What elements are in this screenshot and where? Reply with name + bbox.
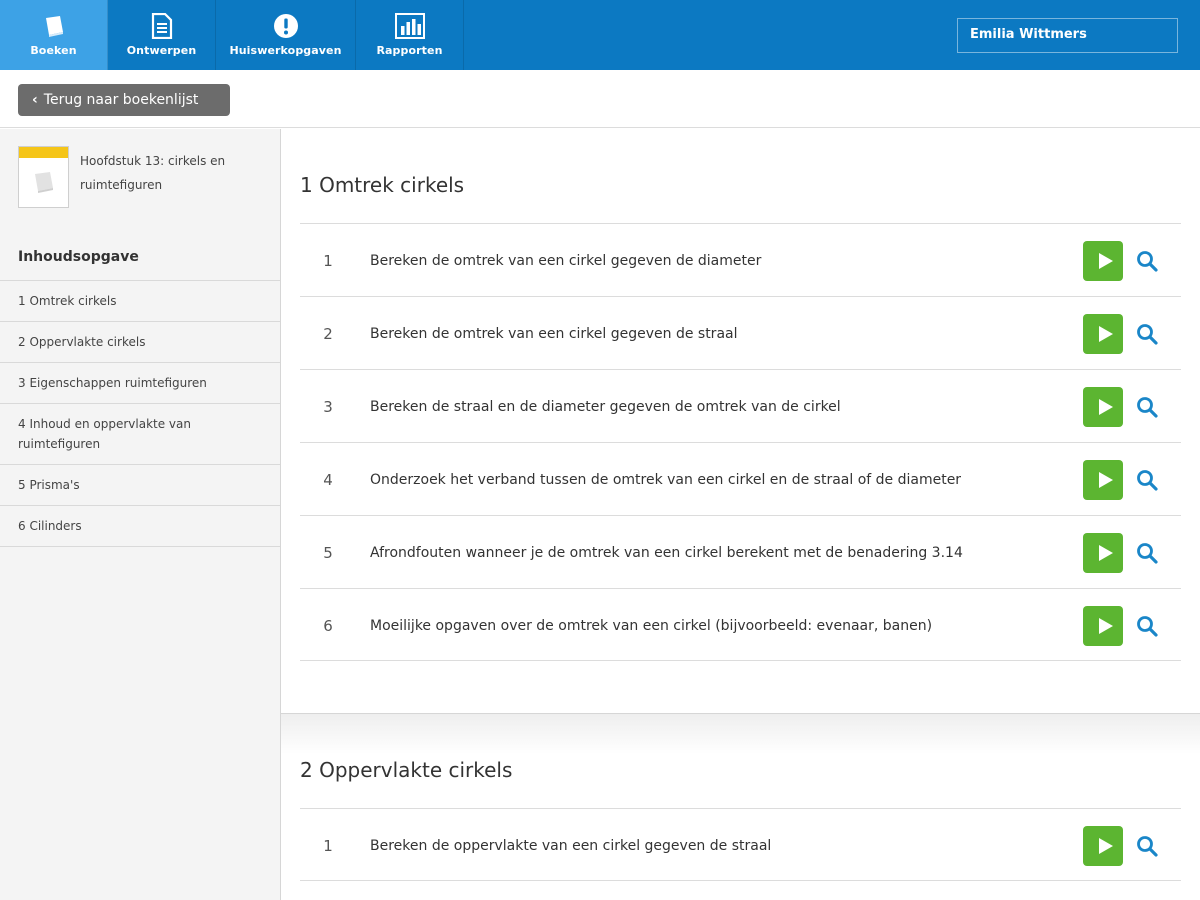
search-icon — [1135, 834, 1159, 858]
play-icon — [1095, 616, 1115, 636]
top-nav-bar: Boeken Ontwerpen Huiswerkopgaven Rapport… — [0, 0, 1200, 70]
main-content: 1 Omtrek cirkels 1 Bereken de omtrek van e… — [281, 129, 1200, 900]
exercise-number: 1 — [323, 836, 333, 855]
play-icon — [1095, 836, 1115, 856]
search-icon — [1135, 541, 1159, 565]
tab-label: Ontwerpen — [126, 44, 197, 57]
exercise-title: Bereken de omtrek van een cirkel gegeven… — [370, 325, 738, 342]
toc-item-omtrek-cirkels[interactable]: 1 Omtrek cirkels — [0, 280, 280, 321]
search-icon — [1135, 614, 1159, 638]
exercise-title: Onderzoek het verband tussen de omtrek v… — [370, 471, 962, 488]
play-icon — [1095, 324, 1115, 344]
exercise-row: 6 Moeilijke opgaven over de omtrek van ee… — [300, 588, 1181, 661]
preview-search-button[interactable] — [1133, 466, 1161, 494]
tab-label: Boeken — [30, 44, 77, 57]
toc-item-eigenschappen-ruimtefiguren[interactable]: 3 Eigenschappen ruimtefiguren — [0, 362, 280, 403]
exercise-number: 4 — [323, 470, 333, 489]
sub-toolbar: ‹ Terug naar boekenlijst — [0, 70, 1200, 128]
exercise-number: 5 — [323, 543, 333, 562]
play-icon — [1095, 251, 1115, 271]
toc-item-prismas[interactable]: 5 Prisma's — [0, 464, 280, 505]
tab-boeken[interactable]: Boeken — [0, 0, 108, 70]
preview-search-button[interactable] — [1133, 612, 1161, 640]
tab-label: Huiswerkopgaven — [229, 44, 342, 57]
exercise-title: Bereken de omtrek van een cirkel gegeven… — [370, 252, 762, 269]
exercise-list: 1 Bereken de omtrek van een cirkel gegeve… — [300, 223, 1181, 661]
play-button[interactable] — [1083, 826, 1123, 866]
play-button[interactable] — [1083, 241, 1123, 281]
preview-search-button[interactable] — [1133, 393, 1161, 421]
tab-rapporten[interactable]: Rapporten — [356, 0, 464, 70]
preview-search-button[interactable] — [1133, 539, 1161, 567]
section-divider — [281, 714, 1200, 754]
back-to-booklist-button[interactable]: ‹ Terug naar boekenlijst — [18, 84, 230, 116]
section-title: 1 Omtrek cirkels — [300, 173, 465, 197]
book-title: Hoofdstuk 13: cirkels en ruimtefiguren — [80, 154, 226, 192]
exercise-number: 3 — [323, 397, 333, 416]
toc-item-inhoud-en-oppervlakte[interactable]: 4 Inhoud en oppervlakte van ruimtefigure… — [0, 403, 280, 464]
exercise-number: 6 — [323, 616, 333, 635]
play-icon — [1095, 397, 1115, 417]
exclamation-icon — [271, 12, 301, 40]
exercise-title: Moeilijke opgaven over de omtrek van een… — [370, 617, 933, 634]
exercise-row: 1 Bereken de oppervlakte van een cirkel g… — [300, 808, 1181, 881]
book-icon — [31, 171, 57, 197]
play-icon — [1095, 470, 1115, 490]
preview-search-button[interactable] — [1133, 832, 1161, 860]
exercise-row: 1 Bereken de omtrek van een cirkel gegeve… — [300, 223, 1181, 296]
book-icon — [39, 12, 69, 40]
exercise-number: 1 — [323, 251, 333, 270]
exercise-title: Bereken de oppervlakte van een cirkel ge… — [370, 837, 772, 854]
search-icon — [1135, 468, 1159, 492]
exercise-title: Bereken de straal en de diameter gegeven… — [370, 398, 841, 415]
toc-list: 1 Omtrek cirkels 2 Oppervlakte cirkels 3… — [0, 280, 280, 547]
bar-chart-icon — [394, 12, 425, 40]
play-button[interactable] — [1083, 314, 1123, 354]
preview-search-button[interactable] — [1133, 247, 1161, 275]
exercise-title: Afrondfouten wanneer je de omtrek van ee… — [370, 544, 963, 561]
exercise-row: 4 Onderzoek het verband tussen de omtrek … — [300, 442, 1181, 515]
search-icon — [1135, 322, 1159, 346]
document-icon — [147, 12, 177, 40]
section-title: 2 Oppervlakte cirkels — [300, 758, 513, 782]
sidebar: Hoofdstuk 13: cirkels en ruimtefiguren I… — [0, 129, 281, 900]
exercise-number: 2 — [323, 324, 333, 343]
book-cover — [18, 146, 69, 208]
preview-search-button[interactable] — [1133, 320, 1161, 348]
toc-item-oppervlakte-cirkels[interactable]: 2 Oppervlakte cirkels — [0, 321, 280, 362]
tab-ontwerpen[interactable]: Ontwerpen — [108, 0, 216, 70]
tab-huiswerkopgaven[interactable]: Huiswerkopgaven — [216, 0, 356, 70]
exercise-row: 5 Afrondfouten wanneer je de omtrek van e… — [300, 515, 1181, 588]
back-button-label: Terug naar boekenlijst — [43, 92, 199, 108]
play-button[interactable] — [1083, 533, 1123, 573]
exercise-row: 2 Bereken de omtrek van een cirkel gegeve… — [300, 296, 1181, 369]
user-name-box[interactable]: Emilia Wittmers — [957, 18, 1178, 53]
exercise-list: 1 Bereken de oppervlakte van een cirkel g… — [300, 808, 1181, 881]
play-icon — [1095, 543, 1115, 563]
chevron-left-icon: ‹ — [32, 92, 38, 108]
search-icon — [1135, 395, 1159, 419]
play-button[interactable] — [1083, 606, 1123, 646]
play-button[interactable] — [1083, 387, 1123, 427]
tab-label: Rapporten — [376, 44, 443, 57]
book-cover-band — [19, 147, 68, 158]
play-button[interactable] — [1083, 460, 1123, 500]
toc-heading: Inhoudsopgave — [18, 249, 139, 265]
exercise-row: 3 Bereken de straal en de diameter gegeve… — [300, 369, 1181, 442]
toc-item-cilinders[interactable]: 6 Cilinders — [0, 505, 280, 547]
lesson-section: 2 Oppervlakte cirkels 1 Bereken de oppervl… — [281, 713, 1200, 900]
search-icon — [1135, 249, 1159, 273]
